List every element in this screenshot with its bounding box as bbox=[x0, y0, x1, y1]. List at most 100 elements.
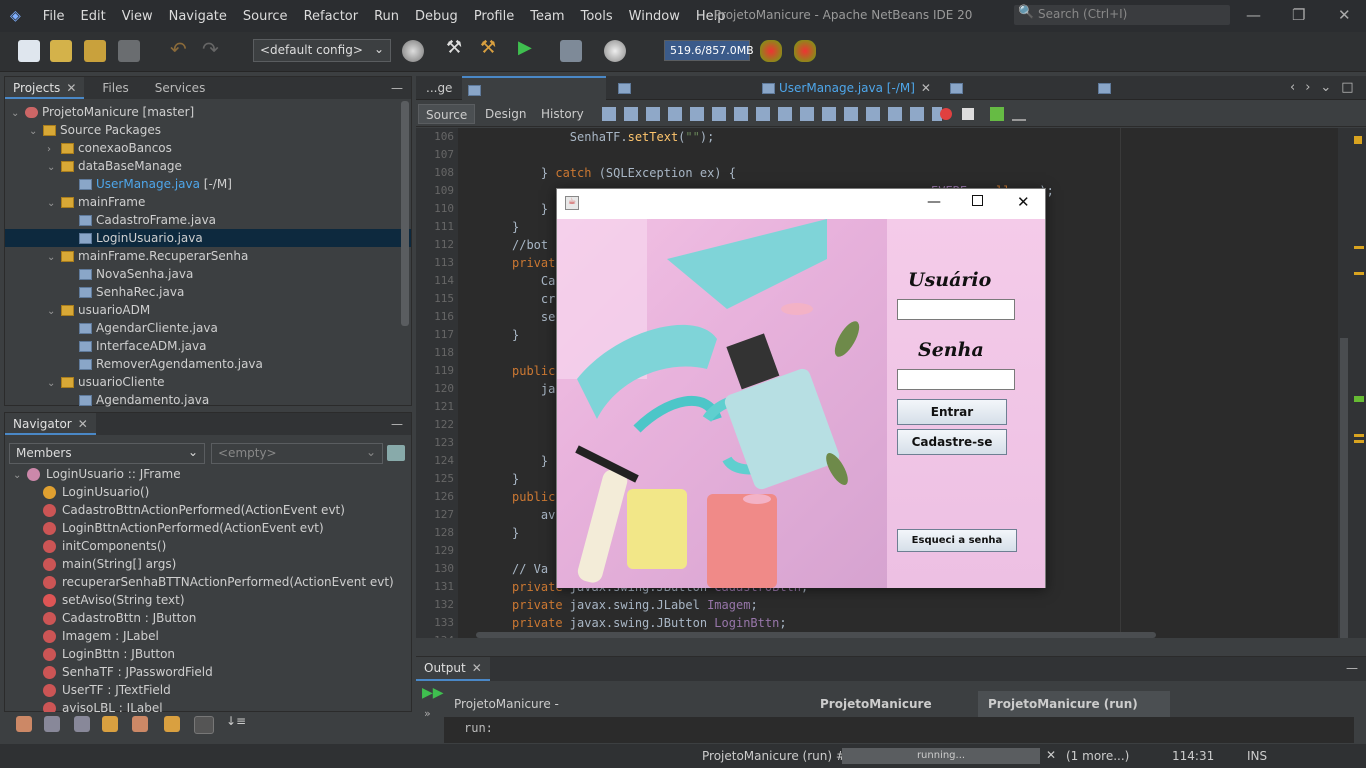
tree-item[interactable]: ⌄ ProjetoManicure [master] bbox=[5, 103, 411, 121]
close-icon[interactable]: ✕ bbox=[78, 417, 88, 431]
tab-source[interactable]: Source bbox=[418, 104, 476, 124]
member-item[interactable]: Imagem : JLabel bbox=[9, 627, 399, 645]
redo-icon[interactable]: ↷ bbox=[202, 37, 224, 61]
expand-icon[interactable]: » bbox=[424, 707, 431, 720]
undo-icon[interactable]: ↶ bbox=[170, 37, 192, 61]
editor-tab[interactable]: ClienteFrame.java✕ bbox=[944, 76, 1086, 119]
globe-icon[interactable] bbox=[402, 40, 424, 62]
tree-item[interactable]: LoginUsuario.java bbox=[5, 229, 411, 247]
dialog-maximize-button[interactable] bbox=[972, 195, 983, 206]
cancel-task-icon[interactable]: ✕ bbox=[1046, 748, 1056, 762]
tree-item[interactable]: NovaSenha.java bbox=[5, 265, 411, 283]
macro-stop-icon[interactable] bbox=[962, 108, 974, 120]
rerun-icon[interactable]: ▶▶ bbox=[422, 685, 444, 701]
member-item[interactable]: LoginUsuario() bbox=[9, 483, 399, 501]
tree-item[interactable]: ⌄ mainFrame.RecuperarSenha bbox=[5, 247, 411, 265]
open-project-icon[interactable] bbox=[84, 40, 106, 62]
comment-icon[interactable] bbox=[990, 107, 1004, 121]
editor-action-icons[interactable] bbox=[602, 107, 942, 121]
tree-item[interactable]: ⌄ usuarioCliente bbox=[5, 373, 411, 391]
member-item[interactable]: UserTF : JTextField bbox=[9, 681, 399, 699]
horizontal-scrollbar[interactable] bbox=[476, 632, 1156, 638]
password-field[interactable] bbox=[897, 369, 1015, 390]
profile-ide-icon[interactable] bbox=[794, 40, 816, 62]
navigator-filter-select[interactable]: <empty> ⌄ bbox=[211, 443, 383, 464]
error-stripe[interactable] bbox=[1338, 128, 1366, 638]
projects-scrollbar[interactable] bbox=[401, 101, 409, 326]
dialog-close-button[interactable]: ✕ bbox=[1017, 193, 1030, 211]
close-tab-icon[interactable]: ✕ bbox=[921, 81, 931, 95]
save-all-icon[interactable] bbox=[118, 40, 140, 62]
tree-item[interactable]: AgendarCliente.java bbox=[5, 319, 411, 337]
tab-files[interactable]: Files bbox=[84, 77, 136, 99]
inherited-icon[interactable] bbox=[132, 716, 148, 732]
tab-history[interactable]: History bbox=[534, 104, 591, 124]
profile-icon[interactable] bbox=[604, 40, 626, 62]
tree-item[interactable]: › conexaoBancos bbox=[5, 139, 411, 157]
sort-icon[interactable] bbox=[194, 716, 214, 734]
close-icon[interactable]: ✕ bbox=[66, 81, 76, 95]
maximize-button[interactable]: ❐ bbox=[1292, 6, 1305, 24]
tab-navigation-icons[interactable]: ‹›⌄□ bbox=[1290, 80, 1364, 95]
static-icon[interactable] bbox=[74, 716, 90, 732]
member-item[interactable]: LoginBttn : JButton bbox=[9, 645, 399, 663]
register-button[interactable]: Cadastre-se bbox=[897, 429, 1007, 455]
menu-window[interactable]: Window bbox=[621, 9, 688, 24]
tree-item[interactable]: Agendamento.java bbox=[5, 391, 411, 409]
macro-record-icon[interactable] bbox=[940, 108, 952, 120]
editor-tab[interactable]: ...ge bbox=[420, 76, 460, 100]
editor-tab[interactable]: RemoverAgendamento.java...✕ bbox=[1092, 76, 1292, 119]
member-item[interactable]: setAviso(String text) bbox=[9, 591, 399, 609]
tab-design[interactable]: Design bbox=[478, 104, 533, 124]
tab-services[interactable]: Services bbox=[137, 77, 214, 99]
menu-debug[interactable]: Debug bbox=[407, 9, 466, 24]
output-console[interactable]: run: bbox=[444, 717, 1354, 743]
member-item[interactable]: CadastroBttnActionPerformed(ActionEvent … bbox=[9, 501, 399, 519]
member-item[interactable]: LoginBttnActionPerformed(ActionEvent evt… bbox=[9, 519, 399, 537]
more-tasks-link[interactable]: (1 more...) bbox=[1066, 749, 1129, 763]
search-input[interactable]: 🔍 Search (Ctrl+I) bbox=[1014, 5, 1230, 25]
member-item[interactable]: CadastroBttn : JButton bbox=[9, 609, 399, 627]
menu-refactor[interactable]: Refactor bbox=[296, 9, 367, 24]
tree-item[interactable]: ⌄ usuarioADM bbox=[5, 301, 411, 319]
minimize-button[interactable]: — bbox=[1246, 6, 1261, 24]
package-icon[interactable] bbox=[164, 716, 180, 732]
tree-item[interactable]: ⌄ Source Packages bbox=[5, 121, 411, 139]
minimize-panel-icon[interactable]: — bbox=[383, 77, 411, 99]
uncomment-icon[interactable] bbox=[1012, 107, 1026, 121]
tree-item[interactable]: ⌄ dataBaseManage bbox=[5, 157, 411, 175]
members-select[interactable]: Members ⌄ bbox=[9, 443, 205, 464]
debug-icon[interactable] bbox=[560, 40, 582, 62]
tree-item[interactable]: SenhaRec.java bbox=[5, 283, 411, 301]
menu-tools[interactable]: Tools bbox=[573, 9, 621, 24]
sort-order-icon[interactable]: ↓≡ bbox=[226, 714, 248, 736]
editor-tab[interactable]: LoginUsuario.java✕ bbox=[462, 76, 606, 121]
tab-projects[interactable]: Projects ✕ bbox=[5, 77, 85, 99]
dialog-title-bar[interactable]: ☕ — ✕ bbox=[557, 189, 1045, 219]
member-item[interactable]: recuperarSenhaBTTNActionPerformed(Action… bbox=[9, 573, 399, 591]
close-button[interactable]: ✕ bbox=[1338, 6, 1351, 24]
tree-item[interactable]: ⌄ mainFrame bbox=[5, 193, 411, 211]
member-item[interactable]: ⌄ LoginUsuario :: JFrame bbox=[9, 465, 399, 483]
menu-team[interactable]: Team bbox=[522, 9, 572, 24]
tree-item[interactable]: CadastroFrame.java bbox=[5, 211, 411, 229]
editor-tab[interactable]: UserManage.java [-/M] ✕ bbox=[756, 76, 938, 100]
member-item[interactable]: main(String[] args) bbox=[9, 555, 399, 573]
editor-tab[interactable]: InterfaceADM.java✕ bbox=[612, 76, 750, 119]
menu-edit[interactable]: Edit bbox=[73, 9, 114, 24]
gc-icon[interactable] bbox=[760, 40, 782, 62]
tree-item[interactable]: UserManage.java [-/M] bbox=[5, 175, 411, 193]
menu-profile[interactable]: Profile bbox=[466, 9, 522, 24]
minimize-panel-icon[interactable]: — bbox=[383, 413, 411, 435]
tree-item[interactable]: InterfaceADM.java bbox=[5, 337, 411, 355]
username-field[interactable] bbox=[897, 299, 1015, 320]
build-icon[interactable]: ⚒ bbox=[446, 37, 468, 59]
menu-source[interactable]: Source bbox=[235, 9, 296, 24]
member-item[interactable]: SenhaTF : JPasswordField bbox=[9, 663, 399, 681]
close-icon[interactable]: ✕ bbox=[472, 661, 482, 675]
fields-icon[interactable] bbox=[44, 716, 60, 732]
filter-icon[interactable] bbox=[16, 716, 32, 732]
output-tab[interactable]: ProjetoManicure (run) #2✕ bbox=[978, 691, 1170, 737]
new-project-icon[interactable] bbox=[50, 40, 72, 62]
new-file-icon[interactable] bbox=[18, 40, 40, 62]
